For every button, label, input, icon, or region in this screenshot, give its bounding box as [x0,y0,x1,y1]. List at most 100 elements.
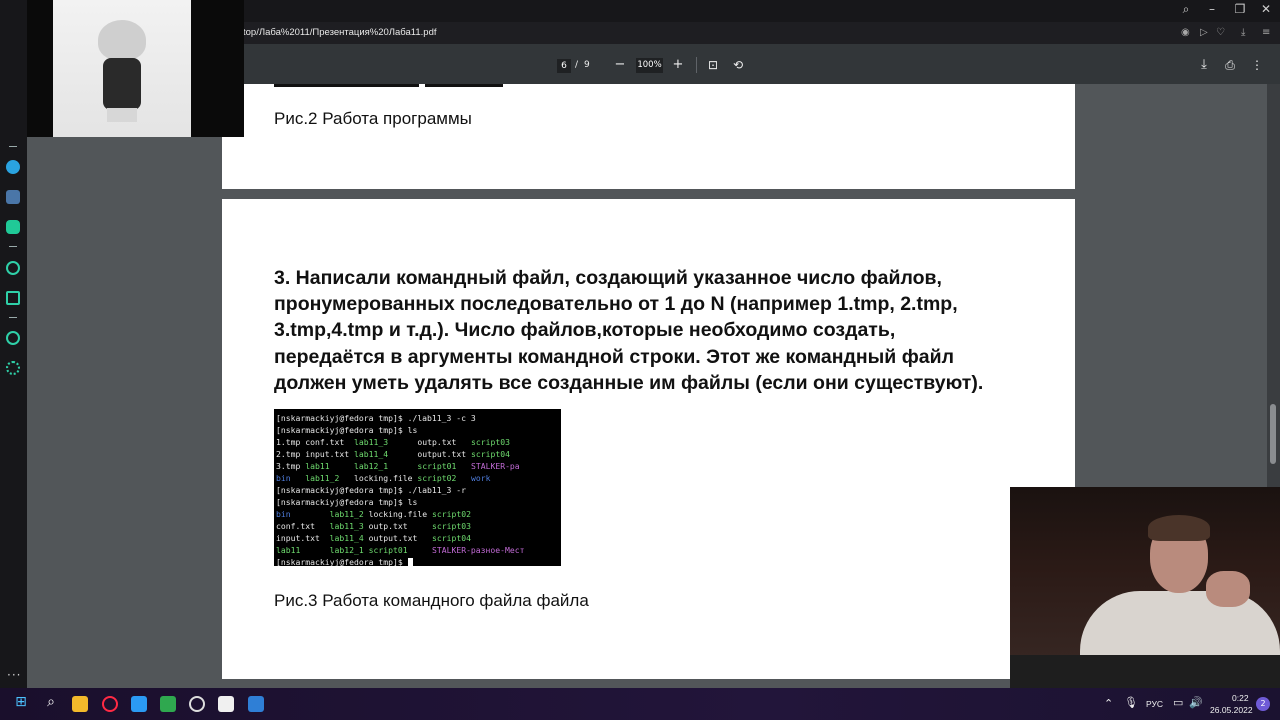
terminal-line: bin lab11_2 locking.file script02 [276,508,559,520]
paragraph-line: должен уметь удалять все созданные им фа… [274,371,984,394]
ls-entry: locking.file [353,473,418,483]
page-separator: / [575,60,579,70]
terminal-line: [nskarmackiyj@fedora tmp]$ ./lab11_3 -r [276,485,467,495]
zoom-out-button[interactable]: − [612,58,628,72]
windows-start-icon[interactable]: ⊞ [12,694,30,710]
pdf-page-6: 3. Написали командный файл, создающий ук… [222,199,1075,679]
more-options-icon[interactable]: ⋮ [1249,58,1265,72]
ls-output-2: bin lab11_2 locking.file script02 conf.tx… [276,508,559,556]
sidebar-divider [9,317,17,318]
ls-entry: lab11 [305,461,354,471]
ls-entry: lab11_2 [305,473,354,483]
history-icon[interactable] [6,331,20,345]
ls-entry: locking.file [368,509,432,519]
ls-entry: script03 [470,437,510,447]
ls-entry: script02 [431,509,471,519]
clock-time[interactable]: 0:22 [1232,693,1249,703]
paragraph-line: передаётся в аргументы командной строки.… [274,345,954,368]
print-icon[interactable]: ⎙ [1222,58,1238,72]
figure-caption: Рис.2 Работа программы [274,109,472,128]
ls-entry: lab12_1 [329,545,369,555]
page-number-input[interactable]: 6 [557,59,571,73]
terminal-cursor [407,558,413,566]
task-paragraph: 3. Написали командный файл, создающий ук… [274,265,1034,396]
ls-entry: conf.txt [305,437,354,447]
ls-entry: lab12_1 [353,461,418,471]
scrollbar-thumb[interactable] [1270,404,1276,464]
ls-entry: 1.tmp [276,437,306,447]
browser-titlebar: ⌕ – ❐ ✕ [244,0,1280,22]
fit-page-icon[interactable]: ⊡ [705,58,721,72]
telegram-icon[interactable] [6,160,20,174]
ls-entry: script01 [417,461,471,471]
clock-date[interactable]: 26.05.2022 [1210,705,1253,715]
webcam-overlay-streamer [1010,487,1280,688]
download-icon[interactable]: ⤓ [1196,58,1212,72]
terminal-screenshot: [nskarmackiyj@fedora tmp]$ ./lab11_3 -c … [274,409,561,566]
wallet-icon[interactable] [6,291,20,305]
pdf-toolbar: 6 / 9 − 100% + ⊡ ⟲ ⤓ ⎙ ⋮ [244,44,1280,84]
terminal-line: [nskarmackiyj@fedora tmp]$ ls [276,497,418,507]
heart-icon[interactable]: ♡ [1216,27,1225,38]
figure-bottom-edge [274,84,419,87]
opera-browser-icon[interactable] [102,696,118,712]
paragraph-line: пронумерованных последовательно от 1 до … [274,293,958,316]
instagram-icon[interactable] [6,220,20,234]
ls-entry: outp.txt [417,437,471,447]
ls-entry: lab11_3 [329,521,369,531]
search-icon[interactable]: ⌕ [1176,2,1196,17]
ls-entry: STALKER-разное-Мест [431,545,525,555]
file-explorer-icon[interactable] [72,696,88,712]
camera-icon[interactable]: ◉ [1181,27,1190,38]
ls-entry: script04 [470,449,510,459]
ls-entry: conf.txt [276,521,330,531]
app-icon[interactable] [218,696,234,712]
minimize-icon[interactable]: – [1202,2,1222,16]
microphone-icon[interactable]: 🎙 [1124,696,1138,709]
streamer-hair [1148,515,1210,541]
ls-entry: bin [276,473,306,483]
close-icon[interactable]: ✕ [1256,2,1276,16]
obs-icon[interactable] [189,696,205,712]
paragraph-line: 3. Написали командный файл, создающий ук… [274,267,942,289]
rotate-icon[interactable]: ⟲ [730,58,746,72]
zoom-in-button[interactable]: + [670,58,686,72]
ls-entry: lab11_4 [353,449,418,459]
address-url[interactable]: top/Лаба%2011/Презентация%20Лаба11.pdf [243,27,437,38]
sidebar-divider [9,146,17,147]
webcam-overlay-avatar [27,0,244,137]
send-icon[interactable]: ▷ [1200,27,1208,38]
player-icon[interactable] [6,261,20,275]
tray-chevron-icon[interactable]: ⌃ [1104,697,1113,710]
menu-icon[interactable]: ≡ [1262,27,1270,38]
zoom-level[interactable]: 100% [636,58,663,73]
ls-entry: script03 [431,521,471,531]
vscode-icon[interactable] [248,696,264,712]
volume-icon[interactable]: 🔊 [1189,696,1203,709]
ls-entry: script04 [431,533,471,543]
download-icon[interactable]: ⤓ [1241,27,1245,38]
search-icon[interactable]: ⌕ [42,694,60,710]
notifications-badge[interactable]: 2 [1256,697,1270,711]
ls-entry: output.txt [368,533,432,543]
more-icon[interactable]: ··· [7,668,21,682]
windows-taskbar: ⊞ ⌕ ⌃ 🎙 РУС ▭ 🔊 0:22 26.05.2022 2 [0,688,1280,720]
input-language[interactable]: РУС [1146,699,1163,709]
app-icon[interactable] [131,696,147,712]
ls-entry: input.txt [305,449,354,459]
ls-output-1: 1.tmp conf.txt lab11_3 outp.txt script03… [276,436,559,484]
network-icon[interactable]: ▭ [1173,696,1183,709]
terminal-line: [nskarmackiyj@fedora tmp]$ [276,556,559,566]
avatar-hair [98,20,146,60]
ls-entry: lab11_3 [353,437,418,447]
sidebar-divider [9,246,17,247]
restore-icon[interactable]: ❐ [1230,2,1250,16]
terminal-line: 2.tmp input.txt lab11_4 output.txt scrip… [276,448,559,460]
settings-icon[interactable] [6,361,20,375]
app-icon[interactable] [160,696,176,712]
ls-entry: lab11 [276,545,330,555]
ls-entry: input.txt [276,533,330,543]
ls-entry: script01 [368,545,432,555]
desk [1010,655,1280,688]
vk-icon[interactable] [6,190,20,204]
